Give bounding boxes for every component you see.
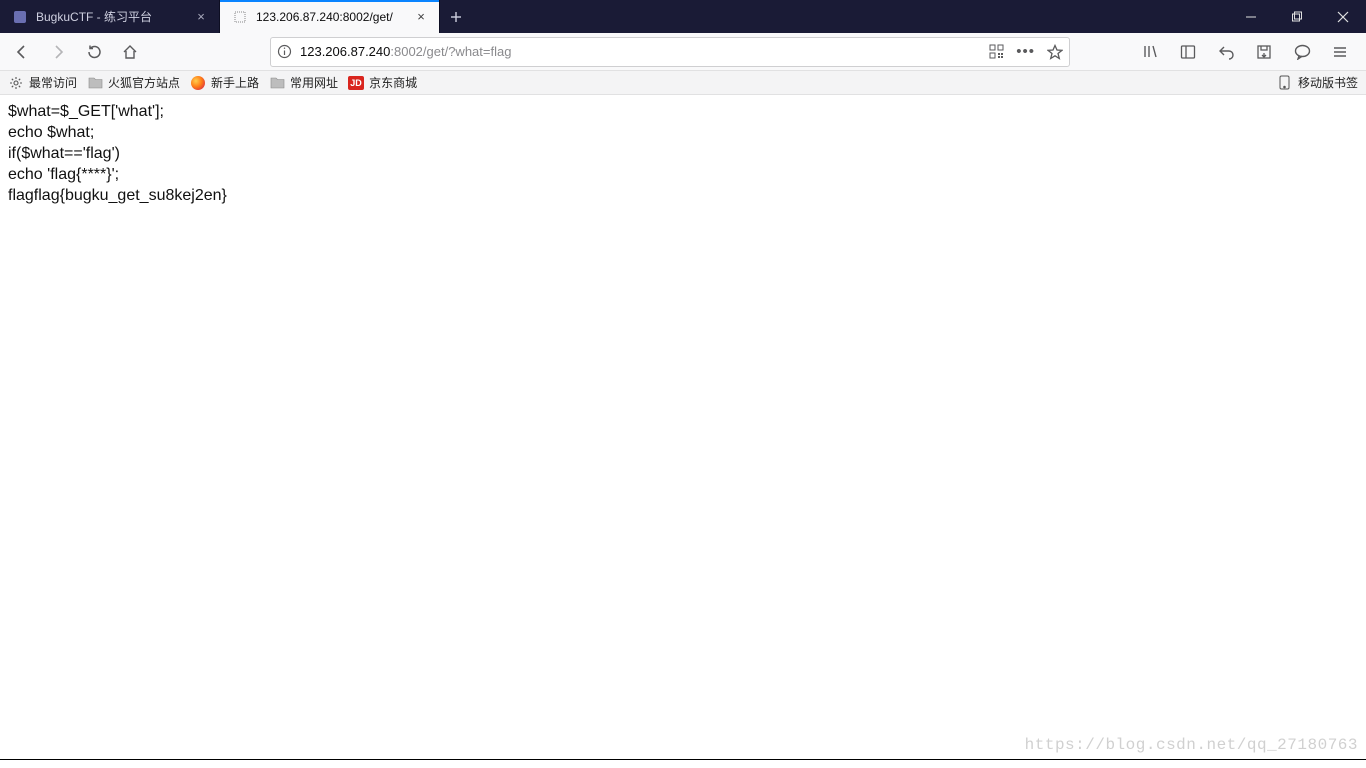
- window-controls: [1228, 0, 1366, 33]
- bottom-rule: [0, 759, 1366, 760]
- bookmark-label: 京东商城: [369, 74, 417, 91]
- qr-icon[interactable]: [989, 44, 1004, 59]
- back-button[interactable]: [6, 36, 38, 68]
- toolbar-right: [1136, 38, 1360, 66]
- bookmark-label: 新手上路: [211, 74, 259, 91]
- code-line: flagflag{bugku_get_su8kej2en}: [8, 185, 1358, 206]
- titlebar-drag-area[interactable]: [472, 0, 1228, 33]
- nav-toolbar: 123.206.87.240:8002/get/?what=flag •••: [0, 33, 1366, 71]
- site-info-icon[interactable]: [277, 44, 292, 59]
- url-bar[interactable]: 123.206.87.240:8002/get/?what=flag •••: [270, 37, 1070, 67]
- watermark-text: https://blog.csdn.net/qq_27180763: [1025, 736, 1358, 754]
- tab-inactive[interactable]: BugkuCTF - 练习平台 ×: [0, 0, 220, 33]
- forward-button[interactable]: [42, 36, 74, 68]
- bookmarks-toolbar: 最常访问 火狐官方站点 新手上路 常用网址 JD 京东商城 移动版书签: [0, 71, 1366, 95]
- code-line: echo $what;: [8, 122, 1358, 143]
- site-favicon: [232, 9, 248, 25]
- bookmark-item[interactable]: JD 京东商城: [348, 74, 417, 91]
- bookmark-label: 火狐官方站点: [108, 74, 180, 91]
- close-icon[interactable]: ×: [193, 9, 209, 25]
- mobile-icon: [1277, 75, 1293, 91]
- page-content: $what=$_GET['what']; echo $what; if($wha…: [0, 95, 1366, 212]
- code-line: $what=$_GET['what'];: [8, 101, 1358, 122]
- close-icon[interactable]: ×: [413, 9, 429, 25]
- home-button[interactable]: [114, 36, 146, 68]
- maximize-button[interactable]: [1274, 0, 1320, 33]
- page-actions-icon[interactable]: •••: [1016, 43, 1035, 60]
- close-window-button[interactable]: [1320, 0, 1366, 33]
- titlebar: BugkuCTF - 练习平台 × 123.206.87.240:8002/ge…: [0, 0, 1366, 33]
- save-page-icon[interactable]: [1250, 38, 1278, 66]
- reload-button[interactable]: [78, 36, 110, 68]
- folder-icon: [269, 75, 285, 91]
- tab-active[interactable]: 123.206.87.240:8002/get/ ×: [220, 0, 440, 33]
- site-favicon: [12, 9, 28, 25]
- minimize-button[interactable]: [1228, 0, 1274, 33]
- bookmark-item[interactable]: 常用网址: [269, 74, 338, 91]
- code-line: echo 'flag{****}';: [8, 164, 1358, 185]
- hamburger-menu-icon[interactable]: [1326, 38, 1354, 66]
- firefox-icon: [190, 75, 206, 91]
- code-line: if($what=='flag'): [8, 143, 1358, 164]
- bookmark-label: 移动版书签: [1298, 74, 1358, 91]
- bookmark-label: 最常访问: [29, 74, 77, 91]
- gear-icon: [8, 75, 24, 91]
- bookmark-label: 常用网址: [290, 74, 338, 91]
- jd-icon: JD: [348, 75, 364, 91]
- bookmark-item[interactable]: 新手上路: [190, 74, 259, 91]
- undo-icon[interactable]: [1212, 38, 1240, 66]
- url-text: 123.206.87.240:8002/get/?what=flag: [300, 44, 981, 59]
- bookmark-star-icon[interactable]: [1047, 44, 1063, 60]
- tab-title: 123.206.87.240:8002/get/: [256, 10, 405, 24]
- tab-strip: BugkuCTF - 练习平台 × 123.206.87.240:8002/ge…: [0, 0, 472, 33]
- sidebar-icon[interactable]: [1174, 38, 1202, 66]
- most-visited-button[interactable]: 最常访问: [8, 74, 77, 91]
- tab-title: BugkuCTF - 练习平台: [36, 8, 185, 25]
- new-tab-button[interactable]: [440, 0, 472, 33]
- library-icon[interactable]: [1136, 38, 1164, 66]
- bookmark-item[interactable]: 火狐官方站点: [87, 74, 180, 91]
- mobile-bookmarks-button[interactable]: 移动版书签: [1277, 74, 1358, 91]
- folder-icon: [87, 75, 103, 91]
- chat-icon[interactable]: [1288, 38, 1316, 66]
